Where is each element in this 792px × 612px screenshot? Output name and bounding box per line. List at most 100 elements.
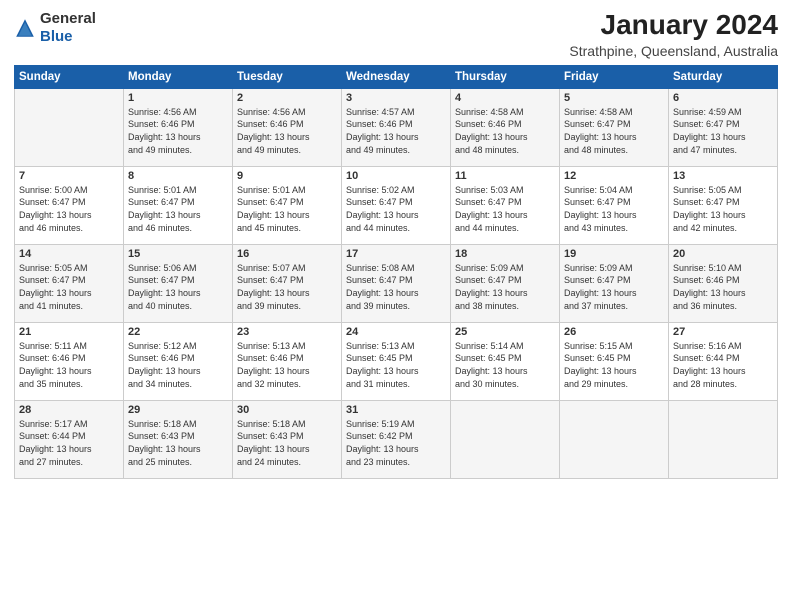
calendar-cell bbox=[15, 88, 124, 166]
calendar-body: 1 Sunrise: 4:56 AMSunset: 6:46 PMDaylight… bbox=[15, 88, 778, 478]
header-cell-saturday: Saturday bbox=[669, 65, 778, 88]
day-number: 28 bbox=[19, 404, 119, 416]
day-info: Sunrise: 5:15 AMSunset: 6:45 PMDaylight:… bbox=[564, 340, 664, 390]
day-info: Sunrise: 4:58 AMSunset: 6:47 PMDaylight:… bbox=[564, 106, 664, 156]
header: General Blue January 2024 Strathpine, Qu… bbox=[14, 10, 778, 59]
header-cell-sunday: Sunday bbox=[15, 65, 124, 88]
day-info: Sunrise: 5:06 AMSunset: 6:47 PMDaylight:… bbox=[128, 262, 228, 312]
day-number: 19 bbox=[564, 248, 664, 260]
title-block: January 2024 Strathpine, Queensland, Aus… bbox=[569, 10, 778, 59]
logo-blue: Blue bbox=[40, 28, 73, 45]
day-info: Sunrise: 5:09 AMSunset: 6:47 PMDaylight:… bbox=[455, 262, 555, 312]
calendar-cell: 24 Sunrise: 5:13 AMSunset: 6:45 PMDayligh… bbox=[342, 322, 451, 400]
calendar-week-3: 14 Sunrise: 5:05 AMSunset: 6:47 PMDayligh… bbox=[15, 244, 778, 322]
day-number: 22 bbox=[128, 326, 228, 338]
day-number: 27 bbox=[673, 326, 773, 338]
calendar-cell: 25 Sunrise: 5:14 AMSunset: 6:45 PMDayligh… bbox=[451, 322, 560, 400]
day-number: 17 bbox=[346, 248, 446, 260]
day-info: Sunrise: 5:10 AMSunset: 6:46 PMDaylight:… bbox=[673, 262, 773, 312]
day-number: 14 bbox=[19, 248, 119, 260]
day-info: Sunrise: 5:11 AMSunset: 6:46 PMDaylight:… bbox=[19, 340, 119, 390]
day-number: 31 bbox=[346, 404, 446, 416]
day-info: Sunrise: 5:13 AMSunset: 6:45 PMDaylight:… bbox=[346, 340, 446, 390]
day-info: Sunrise: 5:04 AMSunset: 6:47 PMDaylight:… bbox=[564, 184, 664, 234]
day-info: Sunrise: 5:18 AMSunset: 6:43 PMDaylight:… bbox=[128, 418, 228, 468]
day-number: 2 bbox=[237, 92, 337, 104]
day-number: 5 bbox=[564, 92, 664, 104]
header-row: SundayMondayTuesdayWednesdayThursdayFrid… bbox=[15, 65, 778, 88]
day-number: 8 bbox=[128, 170, 228, 182]
day-number: 6 bbox=[673, 92, 773, 104]
calendar-cell: 29 Sunrise: 5:18 AMSunset: 6:43 PMDayligh… bbox=[124, 400, 233, 478]
subtitle: Strathpine, Queensland, Australia bbox=[569, 43, 778, 59]
day-number: 11 bbox=[455, 170, 555, 182]
day-number: 4 bbox=[455, 92, 555, 104]
calendar-cell: 3 Sunrise: 4:57 AMSunset: 6:46 PMDaylight… bbox=[342, 88, 451, 166]
day-info: Sunrise: 5:14 AMSunset: 6:45 PMDaylight:… bbox=[455, 340, 555, 390]
logo-general: General bbox=[40, 10, 96, 27]
day-number: 18 bbox=[455, 248, 555, 260]
calendar-cell: 12 Sunrise: 5:04 AMSunset: 6:47 PMDayligh… bbox=[560, 166, 669, 244]
day-info: Sunrise: 5:07 AMSunset: 6:47 PMDaylight:… bbox=[237, 262, 337, 312]
header-cell-tuesday: Tuesday bbox=[233, 65, 342, 88]
day-number: 25 bbox=[455, 326, 555, 338]
logo-text: General Blue bbox=[40, 10, 96, 46]
day-number: 7 bbox=[19, 170, 119, 182]
calendar-cell: 19 Sunrise: 5:09 AMSunset: 6:47 PMDayligh… bbox=[560, 244, 669, 322]
day-number: 24 bbox=[346, 326, 446, 338]
day-info: Sunrise: 4:56 AMSunset: 6:46 PMDaylight:… bbox=[128, 106, 228, 156]
calendar-cell: 6Sunrise: 4:59 AMSunset: 6:47 PMDaylight… bbox=[669, 88, 778, 166]
day-info: Sunrise: 5:12 AMSunset: 6:46 PMDaylight:… bbox=[128, 340, 228, 390]
day-number: 12 bbox=[564, 170, 664, 182]
day-info: Sunrise: 5:05 AMSunset: 6:47 PMDaylight:… bbox=[19, 262, 119, 312]
header-cell-thursday: Thursday bbox=[451, 65, 560, 88]
day-number: 9 bbox=[237, 170, 337, 182]
calendar-cell bbox=[669, 400, 778, 478]
day-info: Sunrise: 5:00 AMSunset: 6:47 PMDaylight:… bbox=[19, 184, 119, 234]
day-info: Sunrise: 5:01 AMSunset: 6:47 PMDaylight:… bbox=[237, 184, 337, 234]
day-number: 15 bbox=[128, 248, 228, 260]
day-number: 29 bbox=[128, 404, 228, 416]
day-number: 16 bbox=[237, 248, 337, 260]
header-cell-friday: Friday bbox=[560, 65, 669, 88]
calendar-cell: 15 Sunrise: 5:06 AMSunset: 6:47 PMDayligh… bbox=[124, 244, 233, 322]
calendar-header: SundayMondayTuesdayWednesdayThursdayFrid… bbox=[15, 65, 778, 88]
day-number: 21 bbox=[19, 326, 119, 338]
calendar-cell: 18 Sunrise: 5:09 AMSunset: 6:47 PMDayligh… bbox=[451, 244, 560, 322]
calendar-cell bbox=[560, 400, 669, 478]
calendar-week-2: 7 Sunrise: 5:00 AMSunset: 6:47 PMDaylight… bbox=[15, 166, 778, 244]
calendar-cell: 21 Sunrise: 5:11 AMSunset: 6:46 PMDayligh… bbox=[15, 322, 124, 400]
calendar-cell: 8Sunrise: 5:01 AMSunset: 6:47 PMDaylight… bbox=[124, 166, 233, 244]
day-info: Sunrise: 5:03 AMSunset: 6:47 PMDaylight:… bbox=[455, 184, 555, 234]
calendar-cell: 23Sunrise: 5:13 AMSunset: 6:46 PMDayligh… bbox=[233, 322, 342, 400]
calendar-cell: 20Sunrise: 5:10 AMSunset: 6:46 PMDayligh… bbox=[669, 244, 778, 322]
calendar-cell: 14 Sunrise: 5:05 AMSunset: 6:47 PMDayligh… bbox=[15, 244, 124, 322]
day-info: Sunrise: 5:08 AMSunset: 6:47 PMDaylight:… bbox=[346, 262, 446, 312]
day-number: 30 bbox=[237, 404, 337, 416]
calendar-cell: 4Sunrise: 4:58 AMSunset: 6:46 PMDaylight… bbox=[451, 88, 560, 166]
day-info: Sunrise: 5:02 AMSunset: 6:47 PMDaylight:… bbox=[346, 184, 446, 234]
calendar-cell: 11 Sunrise: 5:03 AMSunset: 6:47 PMDayligh… bbox=[451, 166, 560, 244]
logo-icon bbox=[14, 17, 36, 39]
calendar-cell: 2Sunrise: 4:56 AMSunset: 6:46 PMDaylight… bbox=[233, 88, 342, 166]
calendar-cell: 22 Sunrise: 5:12 AMSunset: 6:46 PMDayligh… bbox=[124, 322, 233, 400]
header-cell-wednesday: Wednesday bbox=[342, 65, 451, 88]
day-number: 1 bbox=[128, 92, 228, 104]
calendar-cell: 13Sunrise: 5:05 AMSunset: 6:47 PMDayligh… bbox=[669, 166, 778, 244]
day-info: Sunrise: 5:17 AMSunset: 6:44 PMDaylight:… bbox=[19, 418, 119, 468]
day-info: Sunrise: 5:13 AMSunset: 6:46 PMDaylight:… bbox=[237, 340, 337, 390]
day-info: Sunrise: 5:18 AMSunset: 6:43 PMDaylight:… bbox=[237, 418, 337, 468]
day-number: 10 bbox=[346, 170, 446, 182]
calendar-cell: 26Sunrise: 5:15 AMSunset: 6:45 PMDayligh… bbox=[560, 322, 669, 400]
calendar-week-4: 21 Sunrise: 5:11 AMSunset: 6:46 PMDayligh… bbox=[15, 322, 778, 400]
calendar-cell: 17 Sunrise: 5:08 AMSunset: 6:47 PMDayligh… bbox=[342, 244, 451, 322]
day-number: 3 bbox=[346, 92, 446, 104]
day-info: Sunrise: 5:05 AMSunset: 6:47 PMDaylight:… bbox=[673, 184, 773, 234]
calendar-table: SundayMondayTuesdayWednesdayThursdayFrid… bbox=[14, 65, 778, 479]
header-cell-monday: Monday bbox=[124, 65, 233, 88]
day-info: Sunrise: 5:09 AMSunset: 6:47 PMDaylight:… bbox=[564, 262, 664, 312]
main-title: January 2024 bbox=[569, 10, 778, 41]
calendar-cell: 31Sunrise: 5:19 AMSunset: 6:42 PMDayligh… bbox=[342, 400, 451, 478]
calendar-week-5: 28 Sunrise: 5:17 AMSunset: 6:44 PMDayligh… bbox=[15, 400, 778, 478]
day-info: Sunrise: 4:57 AMSunset: 6:46 PMDaylight:… bbox=[346, 106, 446, 156]
